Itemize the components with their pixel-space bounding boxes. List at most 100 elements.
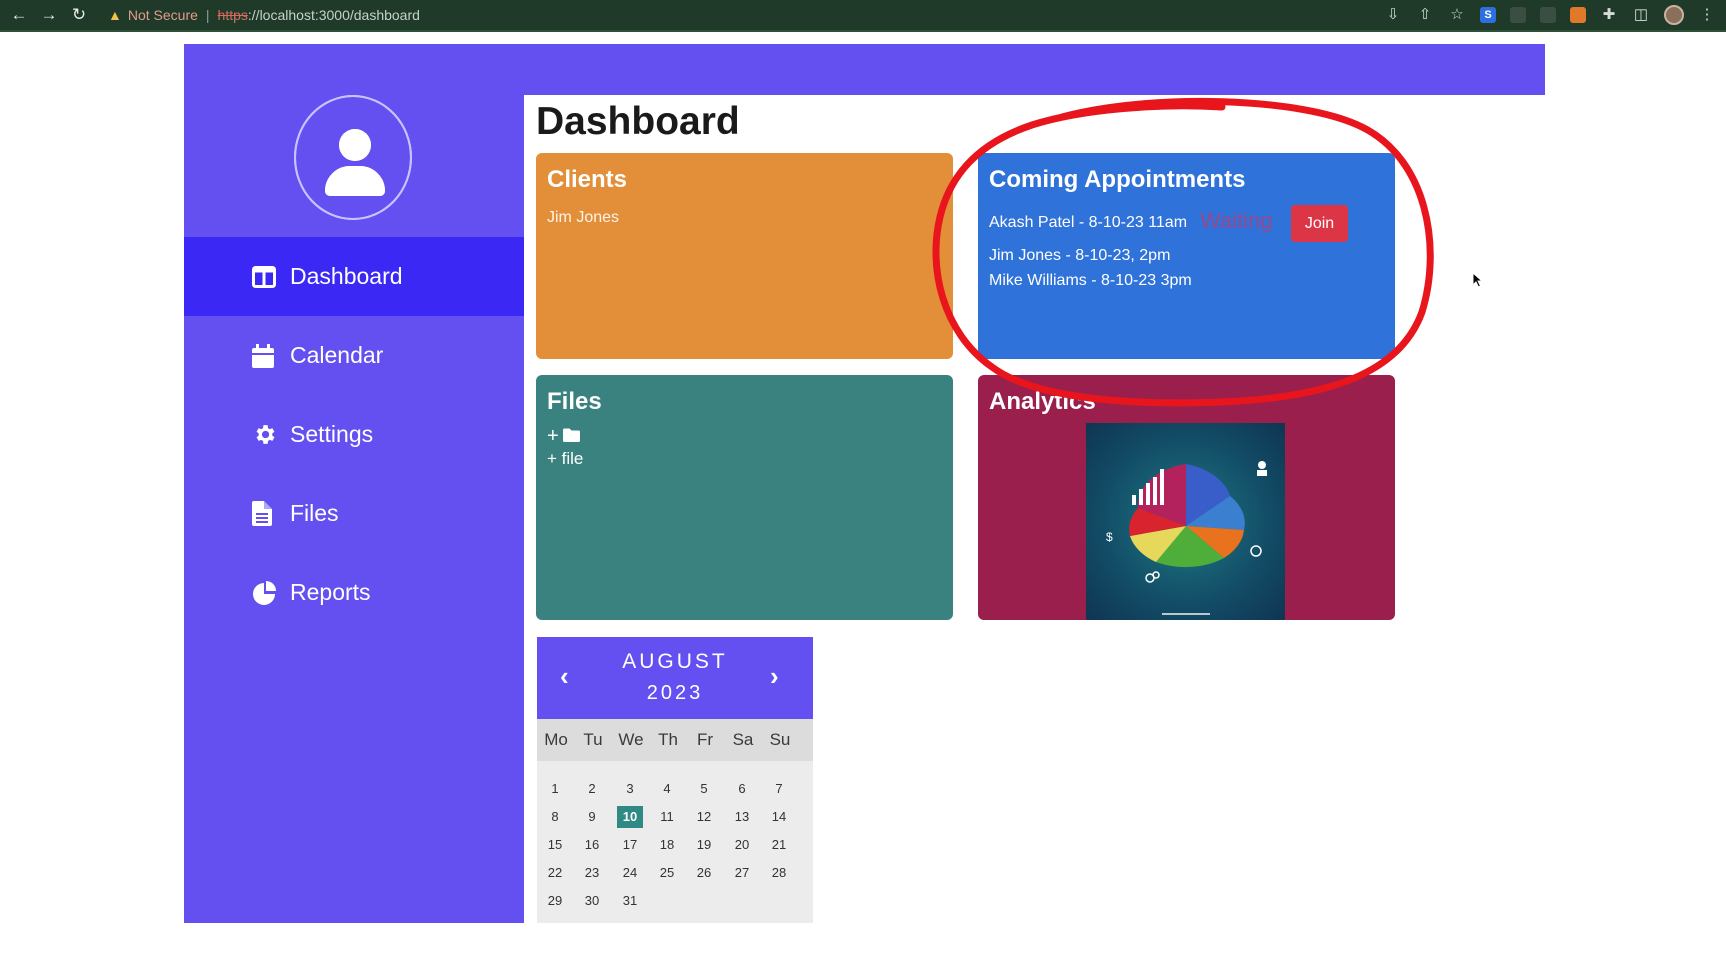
files-title: Files	[547, 388, 602, 415]
sidebar-item-dashboard[interactable]: Dashboard	[184, 237, 524, 316]
avatar-body	[325, 166, 385, 196]
sidebar-header	[184, 44, 524, 220]
user-avatar-icon[interactable]	[294, 95, 412, 220]
sidepanel-icon[interactable]: ◫	[1632, 6, 1650, 24]
calendar-day[interactable]: 19	[691, 834, 717, 856]
sidebar-item-label: Dashboard	[290, 263, 403, 289]
calendar-day[interactable]: 27	[729, 862, 755, 884]
warning-icon: ▲	[108, 7, 122, 23]
calendar-day[interactable]: 23	[579, 862, 605, 884]
weekday-label: Th	[658, 730, 678, 749]
clients-title: Clients	[547, 166, 628, 193]
calendar-header: ‹ AUGUST 2023 ›	[537, 637, 813, 719]
sidebar-item-label: Reports	[290, 579, 371, 605]
calendar-day[interactable]: 17	[617, 834, 643, 856]
calendar-day[interactable]: 3	[617, 778, 643, 800]
calendar-day[interactable]: 2	[579, 778, 605, 800]
weekday-label: Fr	[696, 730, 714, 749]
calendar-day[interactable]: 7	[766, 778, 792, 800]
forward-icon[interactable]: →	[38, 4, 60, 26]
calendar-day[interactable]: 26	[691, 862, 717, 884]
calendar-day[interactable]: 13	[729, 806, 755, 828]
calendar-icon	[252, 342, 286, 370]
install-icon[interactable]: ⇩	[1384, 6, 1402, 24]
client-item[interactable]: Jim Jones	[547, 209, 619, 227]
calendar-day[interactable]: 21	[766, 834, 792, 856]
address-separator: |	[205, 7, 210, 23]
calendar-day[interactable]: 6	[729, 778, 755, 800]
calendar-day[interactable]: 31	[617, 890, 643, 912]
appointment-item: Jim Jones - 8-10-23, 2pm	[989, 247, 1171, 264]
analytics-title: Analytics	[989, 388, 1096, 415]
sidebar-item-label: Calendar	[290, 342, 384, 368]
extension-s-icon[interactable]: S	[1480, 7, 1496, 23]
calendar-day[interactable]: 24	[617, 862, 643, 884]
appointments-card: Coming Appointments Akash Patel - 8-10-2…	[978, 153, 1395, 359]
metamask-icon[interactable]	[1570, 7, 1586, 23]
calendar-day[interactable]: 1	[542, 778, 568, 800]
url-scheme: https	[217, 7, 248, 23]
calendar-day[interactable]: 11	[654, 806, 680, 828]
calendar-day[interactable]: 20	[729, 834, 755, 856]
sidebar-item-calendar[interactable]: Calendar	[184, 316, 524, 395]
calendar-day[interactable]: 28	[766, 862, 792, 884]
avatar-head	[339, 129, 371, 161]
calendar-day[interactable]: 22	[542, 862, 568, 884]
extension-icon[interactable]	[1510, 7, 1526, 23]
weekday-label: We	[618, 730, 644, 749]
main-content: Dashboard Clients Jim Jones Coming Appoi…	[524, 95, 1545, 923]
sidebar-item-reports[interactable]: Reports	[184, 553, 524, 632]
appointment-item: Mike Williams - 8-10-23 3pm	[989, 272, 1192, 289]
calendar-day[interactable]: 18	[654, 834, 680, 856]
extension-icon[interactable]	[1540, 7, 1556, 23]
file-icon	[252, 500, 286, 528]
next-month-button[interactable]: ›	[770, 661, 779, 692]
calendar-day[interactable]: 15	[542, 834, 568, 856]
menu-icon[interactable]: ⋮	[1698, 6, 1716, 24]
profile-avatar[interactable]	[1664, 5, 1684, 25]
share-icon[interactable]: ⇧	[1416, 6, 1434, 24]
mouse-cursor-icon	[1472, 272, 1484, 288]
calendar-day[interactable]: 14	[766, 806, 792, 828]
calendar-day[interactable]: 4	[654, 778, 680, 800]
sidebar-item-label: Settings	[290, 421, 374, 447]
url-path: ://localhost:3000/dashboard	[247, 7, 420, 23]
calendar-day[interactable]: 30	[579, 890, 605, 912]
add-folder-button[interactable]: +	[547, 425, 580, 448]
sidebar-item-settings[interactable]: Settings	[184, 395, 524, 474]
weekday-label: Sa	[732, 730, 754, 749]
weekday-label: Mo	[544, 730, 568, 749]
columns-icon	[252, 263, 286, 291]
appointment-item: Akash Patel - 8-10-23 11am	[989, 214, 1188, 231]
mini-calendar: ‹ AUGUST 2023 › Mo Tu We Th Fr Sa Su 123…	[537, 637, 813, 923]
analytics-card: Analytics $	[978, 375, 1395, 620]
calendar-day[interactable]: 12	[691, 806, 717, 828]
analytics-infographic[interactable]: $	[1086, 423, 1285, 620]
join-button[interactable]: Join	[1291, 205, 1348, 242]
puzzle-icon[interactable]: ✚	[1600, 6, 1618, 24]
weekday-label: Su	[769, 730, 791, 749]
calendar-day[interactable]: 29	[542, 890, 568, 912]
back-icon[interactable]: ←	[8, 4, 30, 26]
calendar-day[interactable]: 16	[579, 834, 605, 856]
clients-card: Clients Jim Jones	[536, 153, 953, 359]
plus-label: +	[547, 425, 559, 447]
browser-actions: ⇩ ⇧ ☆ S ✚ ◫ ⋮	[1384, 0, 1716, 30]
calendar-day[interactable]: 8	[542, 806, 568, 828]
address-bar[interactable]: ▲ Not Secure | https://localhost:3000/da…	[100, 3, 420, 27]
reload-icon[interactable]: ↻	[68, 4, 90, 26]
browser-toolbar: ← → ↻ ▲ Not Secure | https://localhost:3…	[0, 0, 1726, 32]
calendar-weekdays: Mo Tu We Th Fr Sa Su	[537, 719, 813, 761]
weekday-label: Tu	[583, 730, 603, 749]
sidebar-item-label: Files	[290, 500, 339, 526]
star-icon[interactable]: ☆	[1448, 6, 1466, 24]
calendar-day[interactable]: 25	[654, 862, 680, 884]
security-status: Not Secure	[127, 7, 198, 23]
calendar-day[interactable]: 5	[691, 778, 717, 800]
files-card: Files + + file	[536, 375, 953, 620]
sidebar-item-files[interactable]: Files	[184, 474, 524, 553]
calendar-day[interactable]: 10	[617, 806, 643, 828]
calendar-day[interactable]: 9	[579, 806, 605, 828]
add-file-button[interactable]: + file	[547, 449, 583, 469]
page-title: Dashboard	[536, 100, 740, 143]
